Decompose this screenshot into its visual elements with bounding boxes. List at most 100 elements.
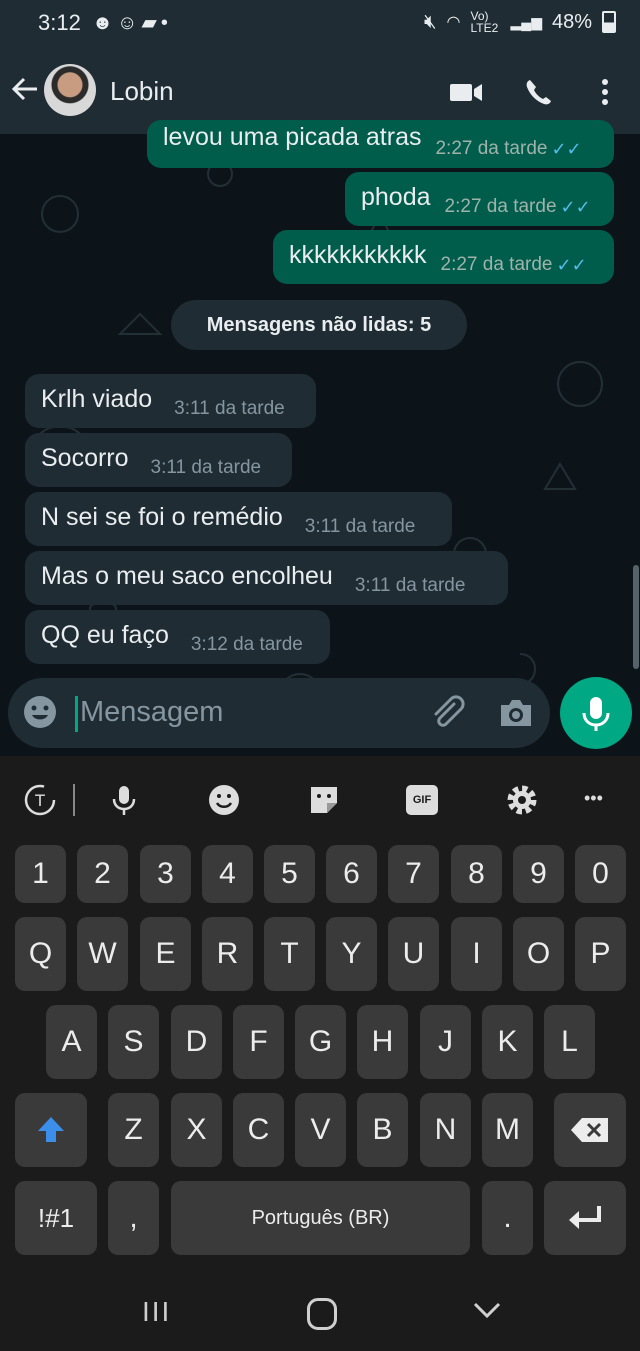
key-3[interactable]: 3 <box>140 845 191 903</box>
message-time: 3:11 da tarde <box>174 398 285 419</box>
enter-key[interactable] <box>544 1181 626 1255</box>
key-6[interactable]: 6 <box>326 845 377 903</box>
wifi-icon: ◠ <box>446 14 461 31</box>
mute-icon: 🔇︎ <box>423 10 437 33</box>
gif-label: GIF <box>412 794 432 806</box>
key-t[interactable]: T <box>264 917 315 991</box>
toolbar-divider <box>73 784 75 816</box>
camera-icon[interactable] <box>496 694 536 732</box>
message-in[interactable]: Mas o meu saco encolheu 3:11 da tarde <box>25 551 508 605</box>
home-icon[interactable] <box>307 1298 337 1330</box>
key-n[interactable]: N <box>420 1093 471 1167</box>
key-q[interactable]: Q <box>15 917 66 991</box>
key-1[interactable]: 1 <box>15 845 66 903</box>
key-8[interactable]: 8 <box>451 845 502 903</box>
key-f[interactable]: F <box>233 1005 284 1079</box>
back-arrow-icon[interactable] <box>10 72 40 106</box>
message-time: 3:12 da tarde <box>190 634 303 655</box>
gif-icon[interactable]: GIF <box>406 785 438 815</box>
mic-icon <box>582 697 610 731</box>
key-j[interactable]: J <box>420 1005 471 1079</box>
message-time: 3:11 da tarde <box>150 457 262 478</box>
unread-label: Mensagens não lidas: 5 <box>206 313 432 336</box>
key-5[interactable]: 5 <box>264 845 315 903</box>
message-in[interactable]: Socorro 3:11 da tarde <box>25 433 292 487</box>
shift-arrow-icon <box>38 1117 64 1142</box>
text-cursor <box>75 696 78 732</box>
message-time: 2:27 da tarde <box>440 254 553 275</box>
keyboard-emoji-icon[interactable] <box>206 782 242 818</box>
key-z[interactable]: Z <box>108 1093 159 1167</box>
key-h[interactable]: H <box>357 1005 408 1079</box>
notification-face-icon: ☻ <box>92 12 118 34</box>
keyboard-mic-icon[interactable] <box>106 782 142 818</box>
key-y[interactable]: Y <box>326 917 377 991</box>
key-a[interactable]: A <box>46 1005 97 1079</box>
more-options-icon[interactable] <box>590 76 620 108</box>
key-9[interactable]: 9 <box>513 845 564 903</box>
read-ticks-icon: ✓✓ <box>551 139 582 159</box>
hide-keyboard-chevron-icon[interactable] <box>472 1300 502 1320</box>
space-key[interactable]: Português (BR) <box>171 1181 470 1255</box>
key-4[interactable]: 4 <box>202 845 253 903</box>
attach-icon[interactable] <box>428 694 466 732</box>
key-r[interactable]: R <box>202 917 253 991</box>
key-e[interactable]: E <box>140 917 191 991</box>
message-input[interactable]: Mensagem <box>80 696 223 729</box>
message-text: levou uma picada atras <box>163 123 422 151</box>
message-in[interactable]: N sei se foi o remédio 3:11 da tarde <box>25 492 452 546</box>
message-in[interactable]: QQ eu faço 3:12 da tarde <box>25 610 330 664</box>
video-call-icon[interactable] <box>448 76 484 108</box>
key-v[interactable]: V <box>295 1093 346 1167</box>
translate-icon[interactable]: T <box>22 782 58 818</box>
chat-scrollbar[interactable] <box>633 565 639 669</box>
message-text: Mas o meu saco encolheu <box>41 562 333 590</box>
message-in[interactable]: Krlh viado 3:11 da tarde <box>25 374 316 428</box>
svg-text:T: T <box>34 791 45 810</box>
key-c[interactable]: C <box>233 1093 284 1167</box>
more-icon[interactable]: ••• <box>584 788 603 809</box>
key-d[interactable]: D <box>171 1005 222 1079</box>
avatar[interactable] <box>44 64 96 116</box>
contact-name[interactable]: Lobin <box>110 76 174 107</box>
signal-icon: ▂▄▆ <box>510 13 542 30</box>
emoji-icon[interactable] <box>22 694 58 730</box>
key-b[interactable]: B <box>357 1093 408 1167</box>
message-out[interactable]: phoda 2:27 da tarde ✓✓ <box>345 172 614 226</box>
key-s[interactable]: S <box>108 1005 159 1079</box>
key-k[interactable]: K <box>482 1005 533 1079</box>
key-i[interactable]: I <box>451 917 502 991</box>
notification-chat-icon: ▰ <box>141 12 161 34</box>
key-7[interactable]: 7 <box>388 845 439 903</box>
key-o[interactable]: O <box>513 917 564 991</box>
voice-message-button[interactable] <box>560 677 632 749</box>
sticker-icon[interactable] <box>306 782 342 818</box>
settings-icon[interactable] <box>504 782 540 818</box>
key-0[interactable]: 0 <box>575 845 626 903</box>
voice-call-icon[interactable] <box>522 76 558 108</box>
message-out[interactable]: levou uma picada atras 2:27 da tarde ✓✓ <box>147 120 614 168</box>
key-m[interactable]: M <box>482 1093 533 1167</box>
message-time: 3:11 da tarde <box>354 575 466 596</box>
notification-dot-icon: • <box>160 12 172 34</box>
backspace-key[interactable] <box>554 1093 626 1167</box>
battery-icon <box>602 11 616 33</box>
key-l[interactable]: L <box>544 1005 595 1079</box>
key-p[interactable]: P <box>575 917 626 991</box>
recent-apps-icon[interactable]: III <box>142 1296 171 1328</box>
status-right: 🔇︎ ◠ Vo) LTE2 ▂▄▆ 48% <box>424 10 616 34</box>
message-text: phoda <box>361 183 431 211</box>
key-u[interactable]: U <box>388 917 439 991</box>
enter-icon <box>569 1206 601 1229</box>
shift-key[interactable] <box>15 1093 87 1167</box>
symbols-key[interactable]: !#1 <box>15 1181 97 1255</box>
key-2[interactable]: 2 <box>77 845 128 903</box>
comma-key[interactable]: , <box>108 1181 159 1255</box>
key-g[interactable]: G <box>295 1005 346 1079</box>
message-out[interactable]: kkkkkkkkkkk 2:27 da tarde ✓✓ <box>273 230 614 284</box>
period-key[interactable]: . <box>482 1181 533 1255</box>
key-w[interactable]: W <box>77 917 128 991</box>
read-ticks-icon: ✓✓ <box>556 255 587 275</box>
status-notification-icons: ☻☺▰• <box>92 10 172 35</box>
key-x[interactable]: X <box>171 1093 222 1167</box>
